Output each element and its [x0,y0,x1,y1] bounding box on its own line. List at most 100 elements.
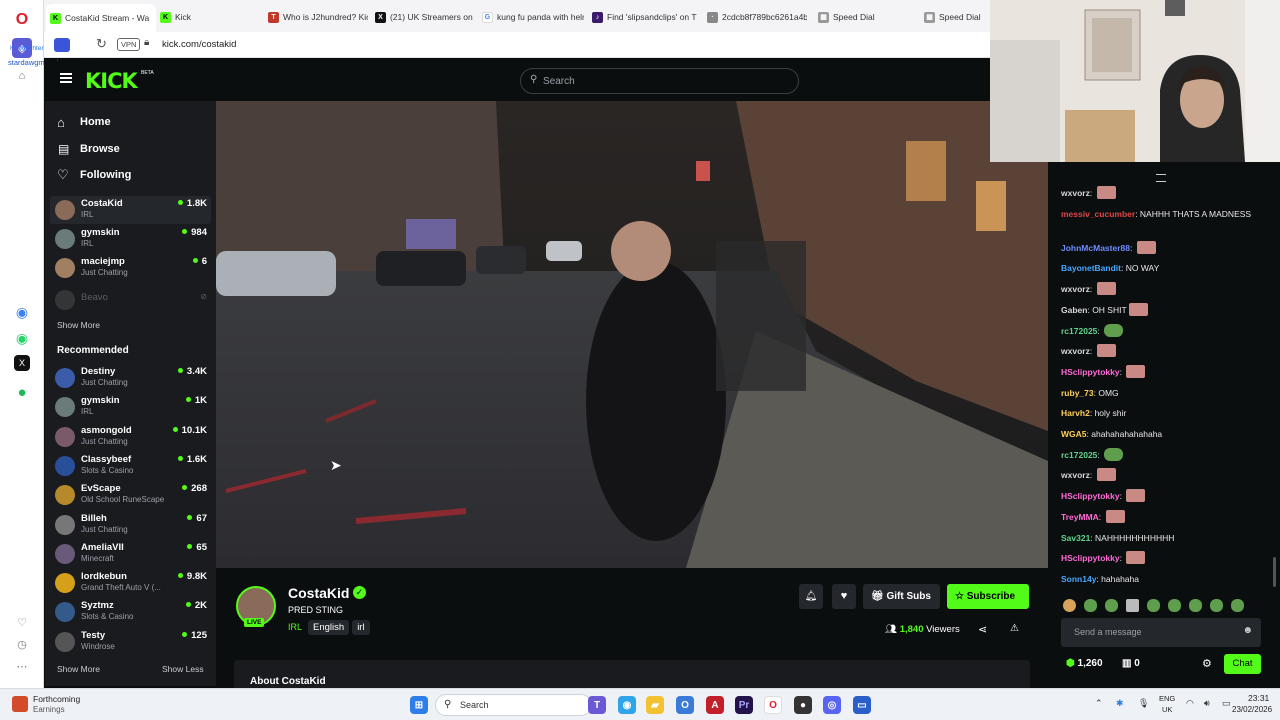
whatsapp-icon[interactable]: ◉ [12,328,32,348]
recommended-channel[interactable]: Testy Windrose 125 [55,629,207,657]
opera-taskbar-icon[interactable]: O [764,696,782,714]
emote-icon[interactable] [1147,599,1160,612]
battery-icon[interactable]: ▭ [1222,698,1231,709]
windows-start-icon[interactable]: ⊞ [410,696,428,714]
chat-username[interactable]: WGA5 [1061,429,1087,439]
chat-username[interactable]: HSclippytokky [1061,367,1120,377]
show-more-recommended[interactable]: Show More [57,664,100,674]
tag-pill[interactable]: irl [352,620,370,635]
following-channel-beavo-offline[interactable]: Beavo ⊘ [55,287,207,315]
widget-title[interactable]: Forthcoming [33,694,80,704]
chat-username[interactable]: rc172025 [1061,326,1097,336]
app-window-icon[interactable]: ▭ [853,696,871,714]
more-icon[interactable]: ⋯ [12,656,32,676]
obs-icon[interactable]: ● [794,696,812,714]
channel-points[interactable]: ⬢ 1,260 [1066,658,1103,669]
chat-input[interactable]: Send a message ☻ [1061,618,1261,647]
chat-username[interactable]: ruby_73 [1061,388,1094,398]
outlook-icon[interactable]: O [676,696,694,714]
emote-icon[interactable] [1189,599,1202,612]
video-player[interactable]: ➤ [216,101,1048,568]
profile-avatar[interactable] [54,38,70,52]
report-icon[interactable]: ⚠ [1010,623,1019,634]
copilot-icon[interactable]: ◉ [618,696,636,714]
vpn-badge[interactable]: VPN [117,38,141,51]
tab-j2hundred[interactable]: T Who is J2hundred? Kick [268,6,368,28]
recommended-channel[interactable]: EvScape Old School RuneScape 268 [55,482,207,510]
recommended-channel[interactable]: gymskin IRL 1K [55,394,207,422]
show-less-button[interactable]: Show Less [162,664,204,674]
emote-icon[interactable] [1105,599,1118,612]
taskbar-search[interactable]: ⚲ Search [435,694,592,716]
chat-username[interactable]: wxvorz [1061,188,1090,198]
emote-icon[interactable] [1063,599,1076,612]
recommended-channel[interactable]: AmeliaVII Minecraft 65 [55,541,207,569]
emote-icon[interactable] [1210,599,1223,612]
chat-username[interactable]: Sav321 [1061,533,1090,543]
file-explorer-icon[interactable]: ▰ [646,696,664,714]
chat-menu-icon[interactable] [1156,174,1166,182]
opera-logo-icon[interactable]: O [12,10,32,30]
volume-icon[interactable]: 🔊︎ [1204,698,1210,709]
chat-username[interactable]: Harvh2 [1061,408,1090,418]
chat-settings-icon[interactable]: ⚙ [1202,657,1212,670]
bluetooth-icon[interactable]: ✱ [1116,698,1124,709]
emote-icon[interactable] [1168,599,1181,612]
chat-username[interactable]: Gaben [1061,305,1087,315]
acrobat-icon[interactable]: A [706,696,724,714]
recommended-channel[interactable]: Syztmz Slots & Casino 2K [55,599,207,627]
following-channel-gymskin[interactable]: gymskin IRL 984 [55,226,207,254]
category-link[interactable]: IRL [288,622,302,632]
nav-browse[interactable]: ▤ Browse [57,142,207,160]
discord-icon[interactable]: ◎ [823,696,841,714]
heart-outline-icon[interactable]: ♡ [12,612,32,632]
language-code[interactable]: ENG [1159,694,1175,703]
weather-icon[interactable] [12,696,28,712]
following-channel-maciejmp[interactable]: maciejmp Just Chatting 6 [55,255,207,283]
search-box[interactable]: ⚲ Search [520,68,799,94]
chat-username[interactable]: wxvorz [1061,346,1090,356]
reload-icon[interactable]: ↻ [96,36,107,52]
chat-username[interactable]: Sonn14y [1061,574,1096,584]
tab-hash[interactable]: · 2cdcb8f789bc6261a4ba [707,6,807,28]
chat-username[interactable]: wxvorz [1061,284,1090,294]
url-field[interactable]: kick.com/costakid [162,39,236,50]
bookmark-icon[interactable]: ⌂ [12,66,32,86]
show-more-following[interactable]: Show More [57,320,100,330]
chat-username[interactable]: HSclippytokky [1061,491,1120,501]
chat-username[interactable]: JohnMcMaster88 [1061,243,1130,253]
tab-speed-dial-2[interactable]: ▦ Speed Dial [924,6,988,28]
share-icon[interactable]: ⋖ [978,623,987,636]
chat-username[interactable]: TreyMMA [1061,512,1099,522]
send-chat-button[interactable]: Chat [1224,654,1261,674]
x-app-icon[interactable]: X [14,355,30,371]
chat-username[interactable]: BayonetBandit [1061,263,1121,273]
spotify-icon[interactable]: ● [12,382,32,402]
premiere-icon[interactable]: Pr [735,696,753,714]
chat-scrollbar[interactable] [1273,557,1276,587]
gift-counter[interactable]: ▥ 0 [1122,658,1140,669]
chat-username[interactable]: wxvorz [1061,470,1090,480]
recommended-channel[interactable]: Classybeef Slots & Casino 1.6K [55,453,207,481]
tab-kick[interactable]: K Kick [160,6,250,28]
notification-bell-button[interactable]: 🔔︎ [799,584,823,609]
recommended-channel[interactable]: asmongold Just Chatting 10.1K [55,424,207,452]
recommended-channel[interactable]: Destiny Just Chatting 3.4K [55,365,207,393]
channel-name[interactable]: CostaKid [288,585,349,601]
recommended-channel[interactable]: Billeh Just Chatting 67 [55,512,207,540]
tab-tiktok[interactable]: ♪ Find 'slipsandclips' on T [592,6,704,28]
microphone-icon[interactable]: 🎙︎ [1138,698,1149,709]
gift-subs-button[interactable]: 🎁︎ Gift Subs [863,584,940,609]
search-input[interactable]: Search [543,76,575,87]
clock-time[interactable]: 23:31 [1248,693,1269,703]
nav-following[interactable]: ♡ Following [57,167,207,186]
tab-costakid[interactable]: K CostaKid Stream - Wa [46,4,156,32]
emote-icon[interactable] [1126,599,1139,612]
tag-pill[interactable]: English [308,620,350,635]
chat-username[interactable]: messiv_cucumber [1061,209,1135,219]
chat-username[interactable]: rc172025 [1061,450,1097,460]
messenger-icon[interactable]: ◉ [12,302,32,322]
kick-logo[interactable]: KICK [85,69,138,93]
emoji-icon[interactable]: ☻ [1242,625,1253,636]
tab-speed-dial-1[interactable]: ▦ Speed Dial [818,6,908,28]
